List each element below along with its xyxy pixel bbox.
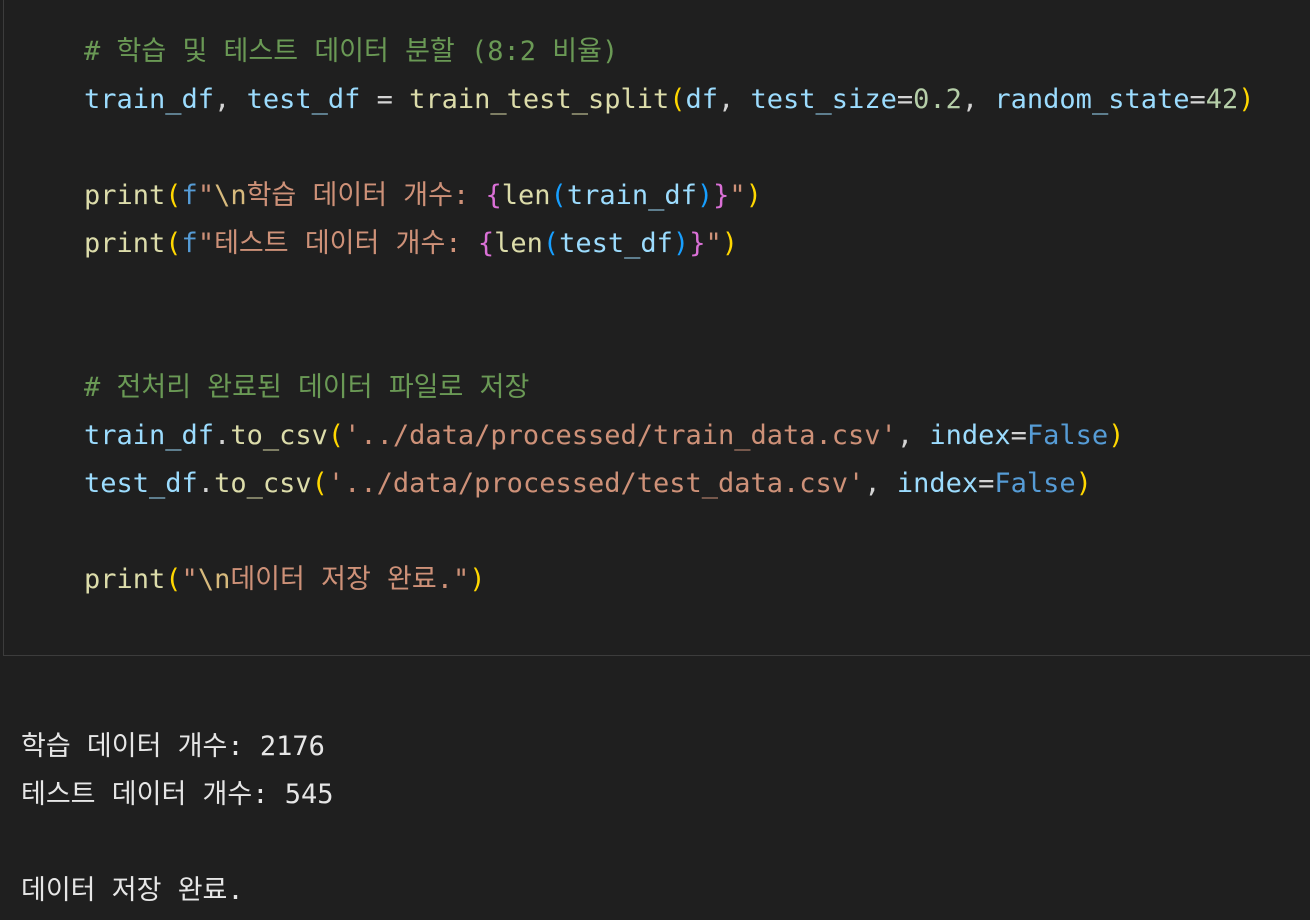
code-token-function: len [494, 228, 543, 259]
code-token-punct: , [864, 468, 897, 499]
code-token-function: print [84, 180, 166, 211]
code-token-string: "테스트 데이터 개수: [197, 228, 478, 259]
code-cell[interactable]: # 학습 및 테스트 데이터 분할 (8:2 비율) train_df, tes… [3, 0, 1310, 656]
code-token-var: train_df [84, 420, 215, 451]
code-token-string: " [729, 180, 746, 211]
code-token-function: len [501, 180, 551, 211]
code-token-bracket: ( [165, 180, 182, 211]
code-token-string: '../data/processed/train_data.csv' [344, 420, 897, 451]
code-token-bracket: ) [1075, 468, 1092, 499]
code-token-punct: . [197, 468, 215, 499]
code-token-operator: = [1010, 420, 1027, 451]
code-line-test-to-csv: test_df.to_csv('../data/processed/test_d… [84, 464, 1092, 504]
code-token-param: index [896, 468, 979, 499]
code-token-var: test_df [559, 228, 673, 259]
code-token-function: print [84, 228, 166, 259]
code-token-function: to_csv [230, 420, 328, 451]
code-token-function: print [84, 564, 166, 595]
code-token-bracket: ) [745, 180, 762, 211]
code-token-bracket: ( [550, 180, 567, 211]
code-token-operator: = [978, 468, 995, 499]
code-token-bracket: } [713, 180, 730, 211]
code-token-bracket: ) [672, 228, 690, 259]
code-token-bracket: ( [311, 468, 328, 499]
code-token-string: '../data/processed/test_data.csv' [327, 468, 865, 499]
code-token-operator: = [896, 84, 914, 115]
code-token-string: " [181, 564, 198, 595]
code-token-bracket: ( [327, 420, 345, 451]
code-token-bracket: { [477, 228, 495, 259]
code-token-bracket: ) [696, 180, 714, 211]
code-line-train-to-csv: train_df.to_csv('../data/processed/train… [84, 416, 1124, 456]
code-token-punct: , [718, 84, 751, 115]
code-token-bracket: ( [165, 564, 182, 595]
code-token-punct: , [896, 420, 930, 451]
output-line-train-count: 학습 데이터 개수: 2176 [21, 731, 325, 762]
code-token-escape: \n [214, 180, 247, 211]
code-token-escape: \n [197, 564, 231, 595]
code-token-bracket: ) [721, 228, 738, 259]
code-token-param: test_size [750, 84, 897, 115]
code-token-string: " [197, 180, 215, 211]
code-token-var: train_df [84, 84, 215, 115]
code-token-fstring-prefix: f [181, 180, 198, 211]
code-token-bracket: } [689, 228, 706, 259]
code-token-var: train_df [566, 180, 697, 211]
code-line-print-test-count: print(f"테스트 데이터 개수: {len(test_df)}") [84, 224, 738, 264]
code-token-function: train_test_split [409, 84, 670, 115]
output-line-save-complete: 데이터 저장 완료. [21, 875, 244, 906]
code-token-var: test_df [246, 84, 361, 115]
code-token-number: 0.2 [913, 84, 962, 115]
code-token-param: random_state [994, 84, 1190, 115]
code-token-keyword: False [994, 468, 1076, 499]
code-token-bracket: ) [1238, 84, 1255, 115]
code-token-var: df [685, 84, 719, 115]
code-line-comment-split: # 학습 및 테스트 데이터 분할 (8:2 비율) [84, 32, 618, 72]
code-token-keyword: False [1026, 420, 1109, 451]
code-token-operator: = [1189, 84, 1206, 115]
code-token-bracket: ( [165, 228, 182, 259]
code-token-string: 데이터 저장 완료." [230, 564, 470, 595]
code-token-bracket: ) [1108, 420, 1125, 451]
code-token-param: index [929, 420, 1011, 451]
code-token-punct: , [961, 84, 995, 115]
code-token-punct: . [214, 420, 231, 451]
code-token-bracket: ( [669, 84, 686, 115]
code-token-function: to_csv [214, 468, 312, 499]
code-token-bracket: ( [542, 228, 560, 259]
cell-output: 학습 데이터 개수: 2176 테스트 데이터 개수: 545 데이터 저장 완… [0, 657, 1310, 920]
code-token-number: 42 [1205, 84, 1239, 115]
code-token-operator: = [360, 84, 410, 115]
code-token-bracket: { [485, 180, 502, 211]
code-line-train-test-split: train_df, test_df = train_test_split(df,… [84, 80, 1255, 120]
code-token-fstring-prefix: f [181, 228, 198, 259]
code-token-string: 학습 데이터 개수: [246, 180, 486, 211]
output-line-test-count: 테스트 데이터 개수: 545 [21, 779, 334, 810]
code-line-print-done: print("\n데이터 저장 완료.") [84, 560, 486, 600]
code-comment: # 학습 및 테스트 데이터 분할 (8:2 비율) [84, 36, 619, 67]
code-token-punct: , [214, 84, 247, 115]
code-token-bracket: ) [469, 564, 486, 595]
code-comment: # 전처리 완료된 데이터 파일로 저장 [84, 372, 530, 403]
code-token-string: " [705, 228, 722, 259]
code-line-print-train-count: print(f"\n학습 데이터 개수: {len(train_df)}") [84, 176, 762, 216]
code-token-var: test_df [84, 468, 198, 499]
code-line-comment-save: # 전처리 완료된 데이터 파일로 저장 [84, 368, 529, 408]
